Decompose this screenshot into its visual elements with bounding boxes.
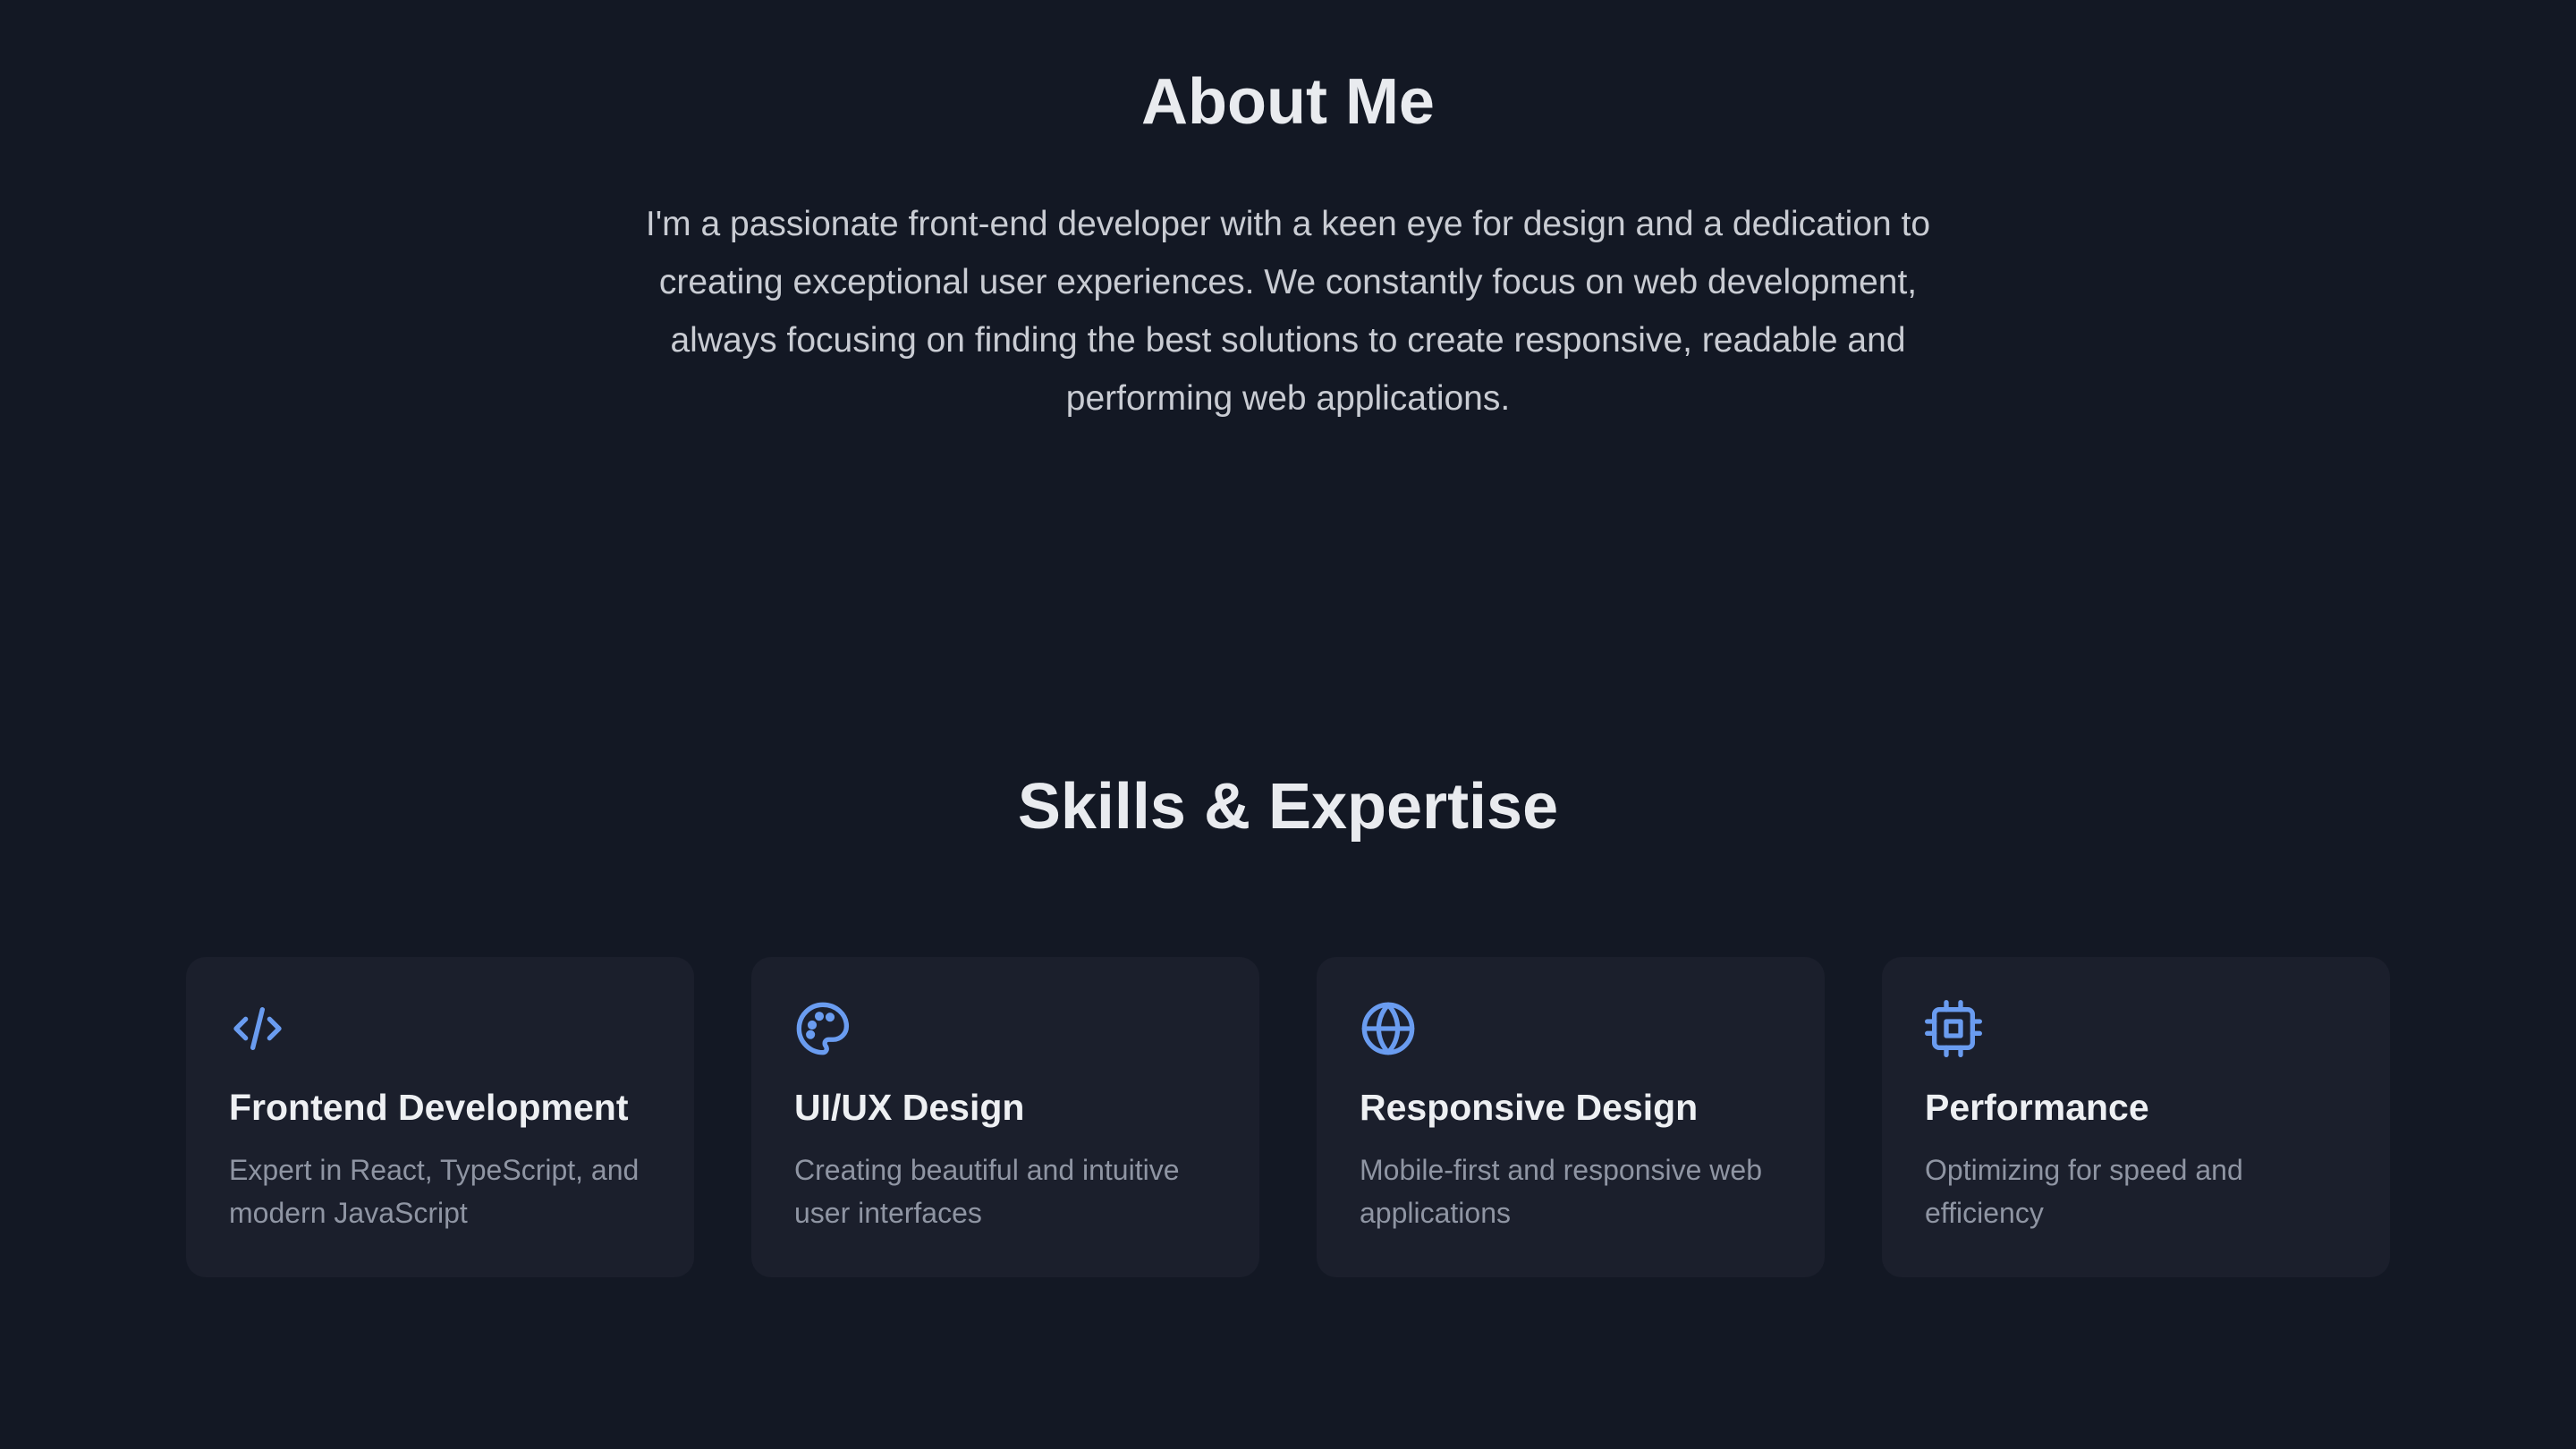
skill-card-uiux: UI/UX Design Creating beautiful and intu… xyxy=(751,957,1259,1277)
skill-card-responsive: Responsive Design Mobile-first and respo… xyxy=(1317,957,1825,1277)
skill-card-title: Responsive Design xyxy=(1360,1087,1699,1128)
about-description: I'm a passionate front-end developer wit… xyxy=(645,205,1931,418)
cpu-icon xyxy=(1925,1000,1982,1057)
skill-card-title: UI/UX Design xyxy=(794,1087,1025,1128)
skill-card-performance: Performance Optimizing for speed and eff… xyxy=(1882,957,2390,1277)
skill-card-description: Creating beautiful and intuitive user in… xyxy=(794,1154,1180,1229)
skill-card-title: Frontend Development xyxy=(229,1087,629,1128)
skill-card-description: Expert in React, TypeScript, and modern … xyxy=(229,1154,640,1229)
skill-card-description: Mobile-first and responsive web applicat… xyxy=(1360,1154,1762,1229)
skills-cards: Frontend Development Expert in React, Ty… xyxy=(186,957,2390,1277)
palette-icon xyxy=(794,1000,852,1057)
skills-title: Skills & Expertise xyxy=(1017,771,1559,843)
code-icon xyxy=(229,1000,286,1057)
skill-card-title: Performance xyxy=(1925,1087,2149,1128)
skill-card-frontend: Frontend Development Expert in React, Ty… xyxy=(186,957,694,1277)
skill-card-description: Optimizing for speed and efficiency xyxy=(1925,1154,2243,1229)
globe-icon xyxy=(1360,1000,1417,1057)
about-title: About Me xyxy=(1141,66,1435,138)
